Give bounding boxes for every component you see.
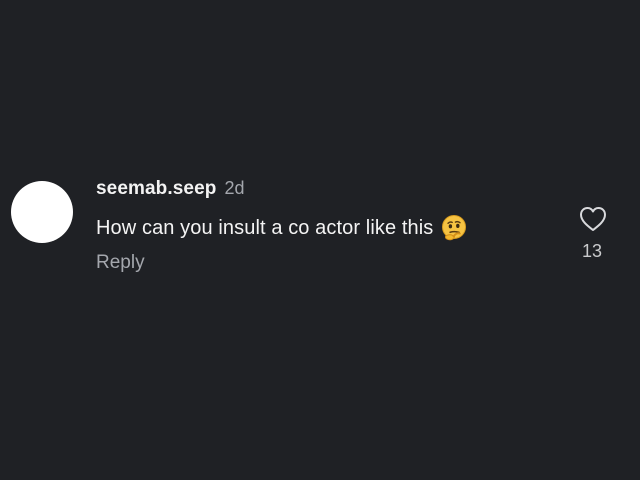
like-count: 13 <box>581 241 603 261</box>
comment-time: 2d <box>224 178 245 198</box>
comment-text: How can you insult a co actor like this <box>96 216 434 239</box>
heart-icon <box>580 207 606 231</box>
comment-item: seemab.seep 2d How can you insult a co a… <box>0 160 640 310</box>
username[interactable]: seemab.seep <box>96 178 216 200</box>
comment-meta: seemab.seep 2d <box>96 178 244 200</box>
comment-body: How can you insult a co actor like this <box>96 214 468 242</box>
like-button[interactable] <box>577 203 609 235</box>
thinking-face-icon <box>440 214 468 242</box>
reply-button[interactable]: Reply <box>96 252 145 274</box>
avatar[interactable] <box>11 181 73 243</box>
